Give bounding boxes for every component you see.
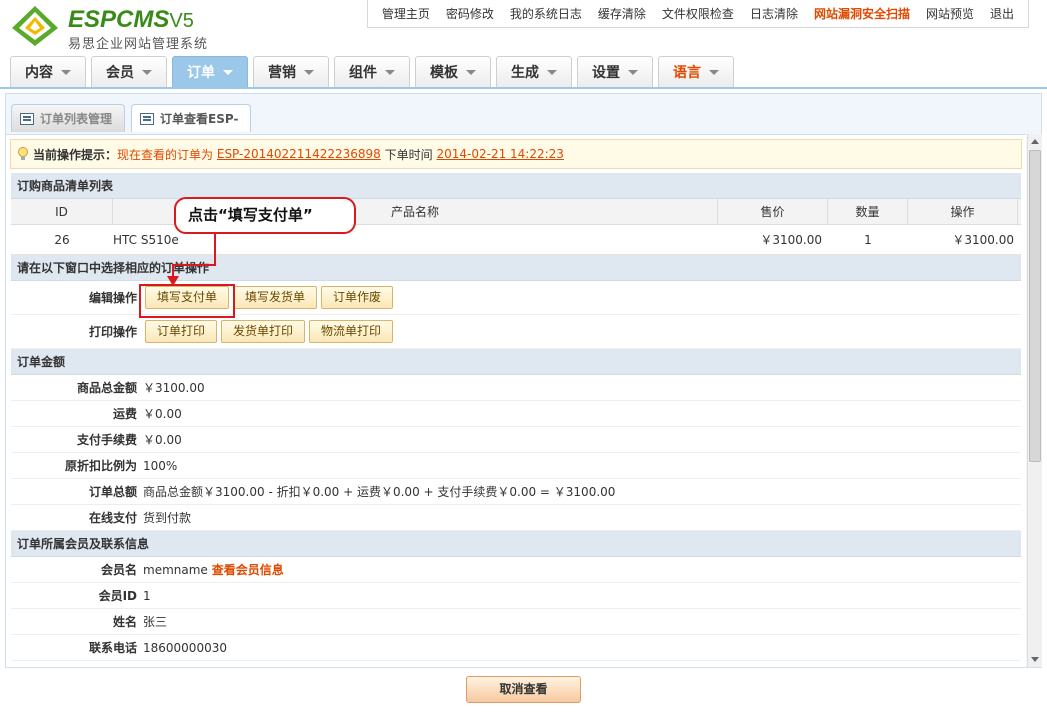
tab-member[interactable]: 会员: [91, 56, 167, 87]
annotation-highlight-box: [139, 284, 235, 318]
annotation-callout: 点击“填写支付单”: [174, 197, 356, 234]
col-qty: 数量: [828, 199, 908, 224]
topnav-preview[interactable]: 网站预览: [918, 0, 982, 28]
chevron-down-icon: [223, 69, 233, 75]
tab-language[interactable]: 语言: [658, 56, 734, 87]
tab-generate[interactable]: 生成: [496, 56, 572, 87]
order-panel: 当前操作提示： 现在查看的订单为 ESP-201402211422236898 …: [6, 134, 1026, 667]
print-order-button[interactable]: 订单打印: [145, 320, 218, 343]
chevron-down-icon: [628, 69, 638, 75]
operation-hint: 当前操作提示： 现在查看的订单为 ESP-201402211422236898 …: [10, 139, 1022, 169]
annotation-line: [172, 264, 216, 266]
chevron-down-icon: [142, 69, 152, 75]
annotation-line: [214, 233, 216, 266]
fill-shipping-button[interactable]: 填写发货单: [233, 286, 318, 309]
vertical-scrollbar[interactable]: [1027, 134, 1042, 667]
topnav-logout[interactable]: 退出: [982, 0, 1022, 28]
hint-text: 现在查看的订单为: [117, 147, 214, 162]
order-time-link[interactable]: 2014-02-21 14:22:23: [436, 147, 563, 161]
chevron-down-icon: [547, 69, 557, 75]
subtab-bar: 订单列表管理 订单查看ESP-: [11, 104, 257, 132]
chevron-down-icon: [385, 69, 395, 75]
chevron-down-icon: [709, 69, 719, 75]
cell-price: ￥3100.00: [760, 233, 822, 247]
subtab-order-view[interactable]: 订单查看ESP-: [131, 104, 252, 132]
goods-title: 订购商品清单列表: [11, 173, 1021, 199]
amount-row-payment: 在线支付 货到付款: [11, 505, 1021, 531]
chevron-down-icon: [61, 69, 71, 75]
cancel-view-button[interactable]: 取消查看: [466, 676, 581, 703]
topnav-clear-log[interactable]: 日志清除: [742, 0, 806, 28]
void-order-button[interactable]: 订单作废: [321, 286, 394, 309]
amount-row-goods-total: 商品总金额 ￥3100.00: [11, 375, 1021, 401]
amount-row-fee: 支付手续费 ￥0.00: [11, 427, 1021, 453]
goods-section: 订购商品清单列表 ID 产品名称 售价 数量 操作 26 HTC S510e ￥…: [11, 173, 1021, 661]
topnav-security-scan[interactable]: 网站漏洞安全扫描: [806, 0, 918, 28]
tab-settings[interactable]: 设置: [577, 56, 653, 87]
scroll-up-icon[interactable]: [1031, 139, 1039, 144]
topnav-password[interactable]: 密码修改: [438, 0, 502, 28]
cell-id: 26: [54, 233, 70, 247]
amount-row-discount: 原折扣比例为 100%: [11, 453, 1021, 479]
chevron-down-icon: [466, 69, 476, 75]
member-row-name: 会员名 memname 查看会员信息: [11, 557, 1021, 583]
amount-row-order-total: 订单总额 商品总金额￥3100.00 - 折扣￥0.00 + 运费￥0.00 + …: [11, 479, 1021, 505]
nav-divider: [0, 87, 1047, 89]
tab-template[interactable]: 模板: [415, 56, 491, 87]
hint-time-label: 下单时间: [384, 147, 433, 162]
print-shipping-button[interactable]: 发货单打印: [221, 320, 306, 343]
topnav-home[interactable]: 管理主页: [374, 0, 438, 28]
cell-total: ￥3100.00: [952, 233, 1014, 247]
goods-table-header: ID 产品名称 售价 数量 操作: [11, 199, 1021, 225]
logo-text: ESPCMSV5: [68, 6, 194, 33]
member-title: 订单所属会员及联系信息: [11, 531, 1021, 557]
subtab-order-list[interactable]: 订单列表管理: [11, 104, 126, 132]
table-row: 26 HTC S510e ￥3100.00 1 ￥3100.00: [11, 225, 1021, 255]
tab-order[interactable]: 订单: [172, 56, 248, 87]
content-frame: 订单列表管理 订单查看ESP- 当前操作提示： 现在查看的订单为 ESP-201…: [5, 93, 1042, 668]
col-price: 售价: [718, 199, 828, 224]
logo[interactable]: ESPCMSV5 易思企业网站管理系统: [10, 4, 230, 52]
topnav-clear-cache[interactable]: 缓存清除: [590, 0, 654, 28]
col-id: ID: [11, 199, 113, 224]
tab-marketing[interactable]: 营销: [253, 56, 329, 87]
tab-component[interactable]: 组件: [334, 56, 410, 87]
logo-icon: [12, 6, 58, 46]
cell-qty: 1: [864, 233, 872, 247]
chevron-down-icon: [304, 69, 314, 75]
window-icon: [20, 112, 34, 125]
edit-ops-label: 编辑操作: [88, 291, 137, 305]
scroll-thumb[interactable]: [1029, 150, 1041, 462]
amount-row-shipping: 运费 ￥0.00: [11, 401, 1021, 427]
col-op: 操作: [908, 199, 1018, 224]
window-icon: [140, 112, 155, 125]
member-row-realname: 姓名 张三: [11, 609, 1021, 635]
member-row-phone: 联系电话 18600000030: [11, 635, 1021, 661]
print-ops-label: 打印操作: [88, 325, 137, 339]
top-nav: 管理主页 密码修改 我的系统日志 缓存清除 文件权限检查 日志清除 网站漏洞安全…: [366, 0, 1029, 28]
logo-subtitle: 易思企业网站管理系统: [68, 37, 209, 52]
main-nav: 内容 会员 订单 营销 组件 模板 生成 设置 语言: [10, 56, 739, 88]
scroll-down-icon[interactable]: [1031, 657, 1039, 662]
hint-label: 当前操作提示：: [33, 147, 118, 162]
topnav-my-log[interactable]: 我的系统日志: [502, 0, 590, 28]
header: ESPCMSV5 易思企业网站管理系统 管理主页 密码修改 我的系统日志 缓存清…: [0, 0, 1047, 89]
view-member-link[interactable]: 查看会员信息: [212, 563, 284, 577]
tab-content[interactable]: 内容: [10, 56, 86, 87]
order-number-link[interactable]: ESP-201402211422236898: [217, 147, 381, 161]
amount-title: 订单金额: [11, 349, 1021, 375]
print-ops-row: 打印操作 订单打印 发货单打印 物流单打印: [11, 315, 1021, 349]
print-logistics-button[interactable]: 物流单打印: [309, 320, 394, 343]
member-row-id: 会员ID 1: [11, 583, 1021, 609]
lightbulb-icon: [18, 147, 28, 160]
ops-title: 请在以下窗口中选择相应的订单操作: [11, 255, 1021, 281]
topnav-file-permission[interactable]: 文件权限检查: [654, 0, 742, 28]
